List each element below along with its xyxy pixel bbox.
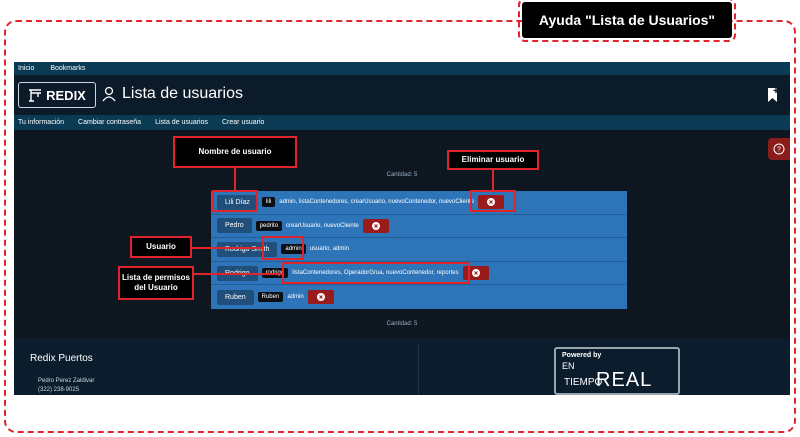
close-icon — [316, 293, 325, 302]
crane-icon — [29, 89, 42, 102]
close-icon — [471, 269, 480, 278]
highlight-permissions — [282, 262, 470, 284]
brand-real: REAL — [596, 369, 653, 391]
footer: Redix Puertos Pedro Perez Zaldivar (322)… — [14, 338, 790, 395]
count-top: Cantidad: 5 — [386, 172, 418, 178]
page-title-wrap: Lista de usuarios — [102, 85, 243, 103]
connector — [234, 168, 236, 190]
subnav-tu-informacion[interactable]: Tu información — [18, 119, 64, 126]
logo-text: REDIX — [46, 87, 86, 103]
table-row: Lili Díaz lili admin, listaContenedores,… — [211, 191, 627, 215]
powered-by-logo[interactable]: Powered by EN TIEMPO REAL — [554, 347, 680, 395]
permissions-list: admin — [287, 294, 304, 301]
connector — [192, 247, 262, 249]
table-row: Ruben Ruben admin — [211, 285, 627, 309]
sub-nav: Tu información Cambiar contraseña Lista … — [14, 115, 790, 130]
company-name: Redix Puertos — [30, 353, 93, 364]
subnav-cambiar-contrasena[interactable]: Cambiar contraseña — [78, 119, 141, 126]
highlight-username — [262, 236, 304, 260]
header: REDIX Lista de usuarios — [14, 75, 790, 115]
label-eliminar-usuario: Eliminar usuario — [447, 150, 539, 170]
user-name-button[interactable]: Ruben — [217, 289, 254, 305]
contact-phone[interactable]: (322) 238-9025 — [38, 387, 79, 393]
count-bottom: Cantidad: 5 — [386, 321, 418, 327]
subnav-crear-usuario[interactable]: Crear usuario — [222, 119, 264, 126]
connector — [492, 170, 494, 190]
logo[interactable]: REDIX — [18, 82, 96, 108]
highlight-name — [212, 190, 258, 212]
nav-inicio[interactable]: Inicio — [18, 65, 34, 72]
page-title: Lista de usuarios — [122, 85, 243, 102]
question-icon: ? — [773, 143, 785, 155]
username-tag: Ruben — [257, 292, 284, 303]
user-name-button[interactable]: Pedro — [217, 218, 252, 234]
connector — [194, 273, 282, 275]
permissions-list: usuario, admin — [309, 246, 350, 253]
powered-by-text: Powered by — [562, 352, 602, 359]
user-icon — [102, 86, 116, 102]
app-window: Inicio Bookmarks REDIX Lista de usuarios… — [14, 62, 790, 395]
help-button[interactable]: ? — [768, 138, 790, 160]
nav-bookmarks[interactable]: Bookmarks — [50, 65, 85, 72]
highlight-delete — [470, 190, 516, 212]
username-tag: pedrito — [255, 220, 283, 231]
close-icon — [371, 221, 380, 230]
help-title: Ayuda "Lista de Usuarios" — [518, 0, 736, 42]
table-row: Pedro pedrito crearUsuario, nuevoCliente — [211, 215, 627, 239]
label-lista-permisos: Lista de permisos del Usuario — [118, 266, 194, 300]
svg-text:?: ? — [777, 147, 781, 154]
subnav-lista-usuarios[interactable]: Lista de usuarios — [155, 119, 208, 126]
contact-name: Pedro Perez Zaldivar — [38, 378, 95, 384]
delete-user-button[interactable] — [362, 218, 389, 233]
delete-user-button[interactable] — [307, 290, 334, 305]
permissions-list: admin, listaContenedores, crearUsuario, … — [279, 199, 475, 206]
permissions-list: crearUsuario, nuevoCliente — [286, 222, 359, 229]
label-nombre-usuario: Nombre de usuario — [173, 136, 297, 168]
top-nav: Inicio Bookmarks — [14, 62, 790, 75]
username-tag: lili — [261, 197, 276, 208]
label-usuario: Usuario — [130, 236, 192, 258]
footer-divider — [418, 344, 419, 394]
bookmark-add-icon[interactable] — [766, 87, 780, 103]
